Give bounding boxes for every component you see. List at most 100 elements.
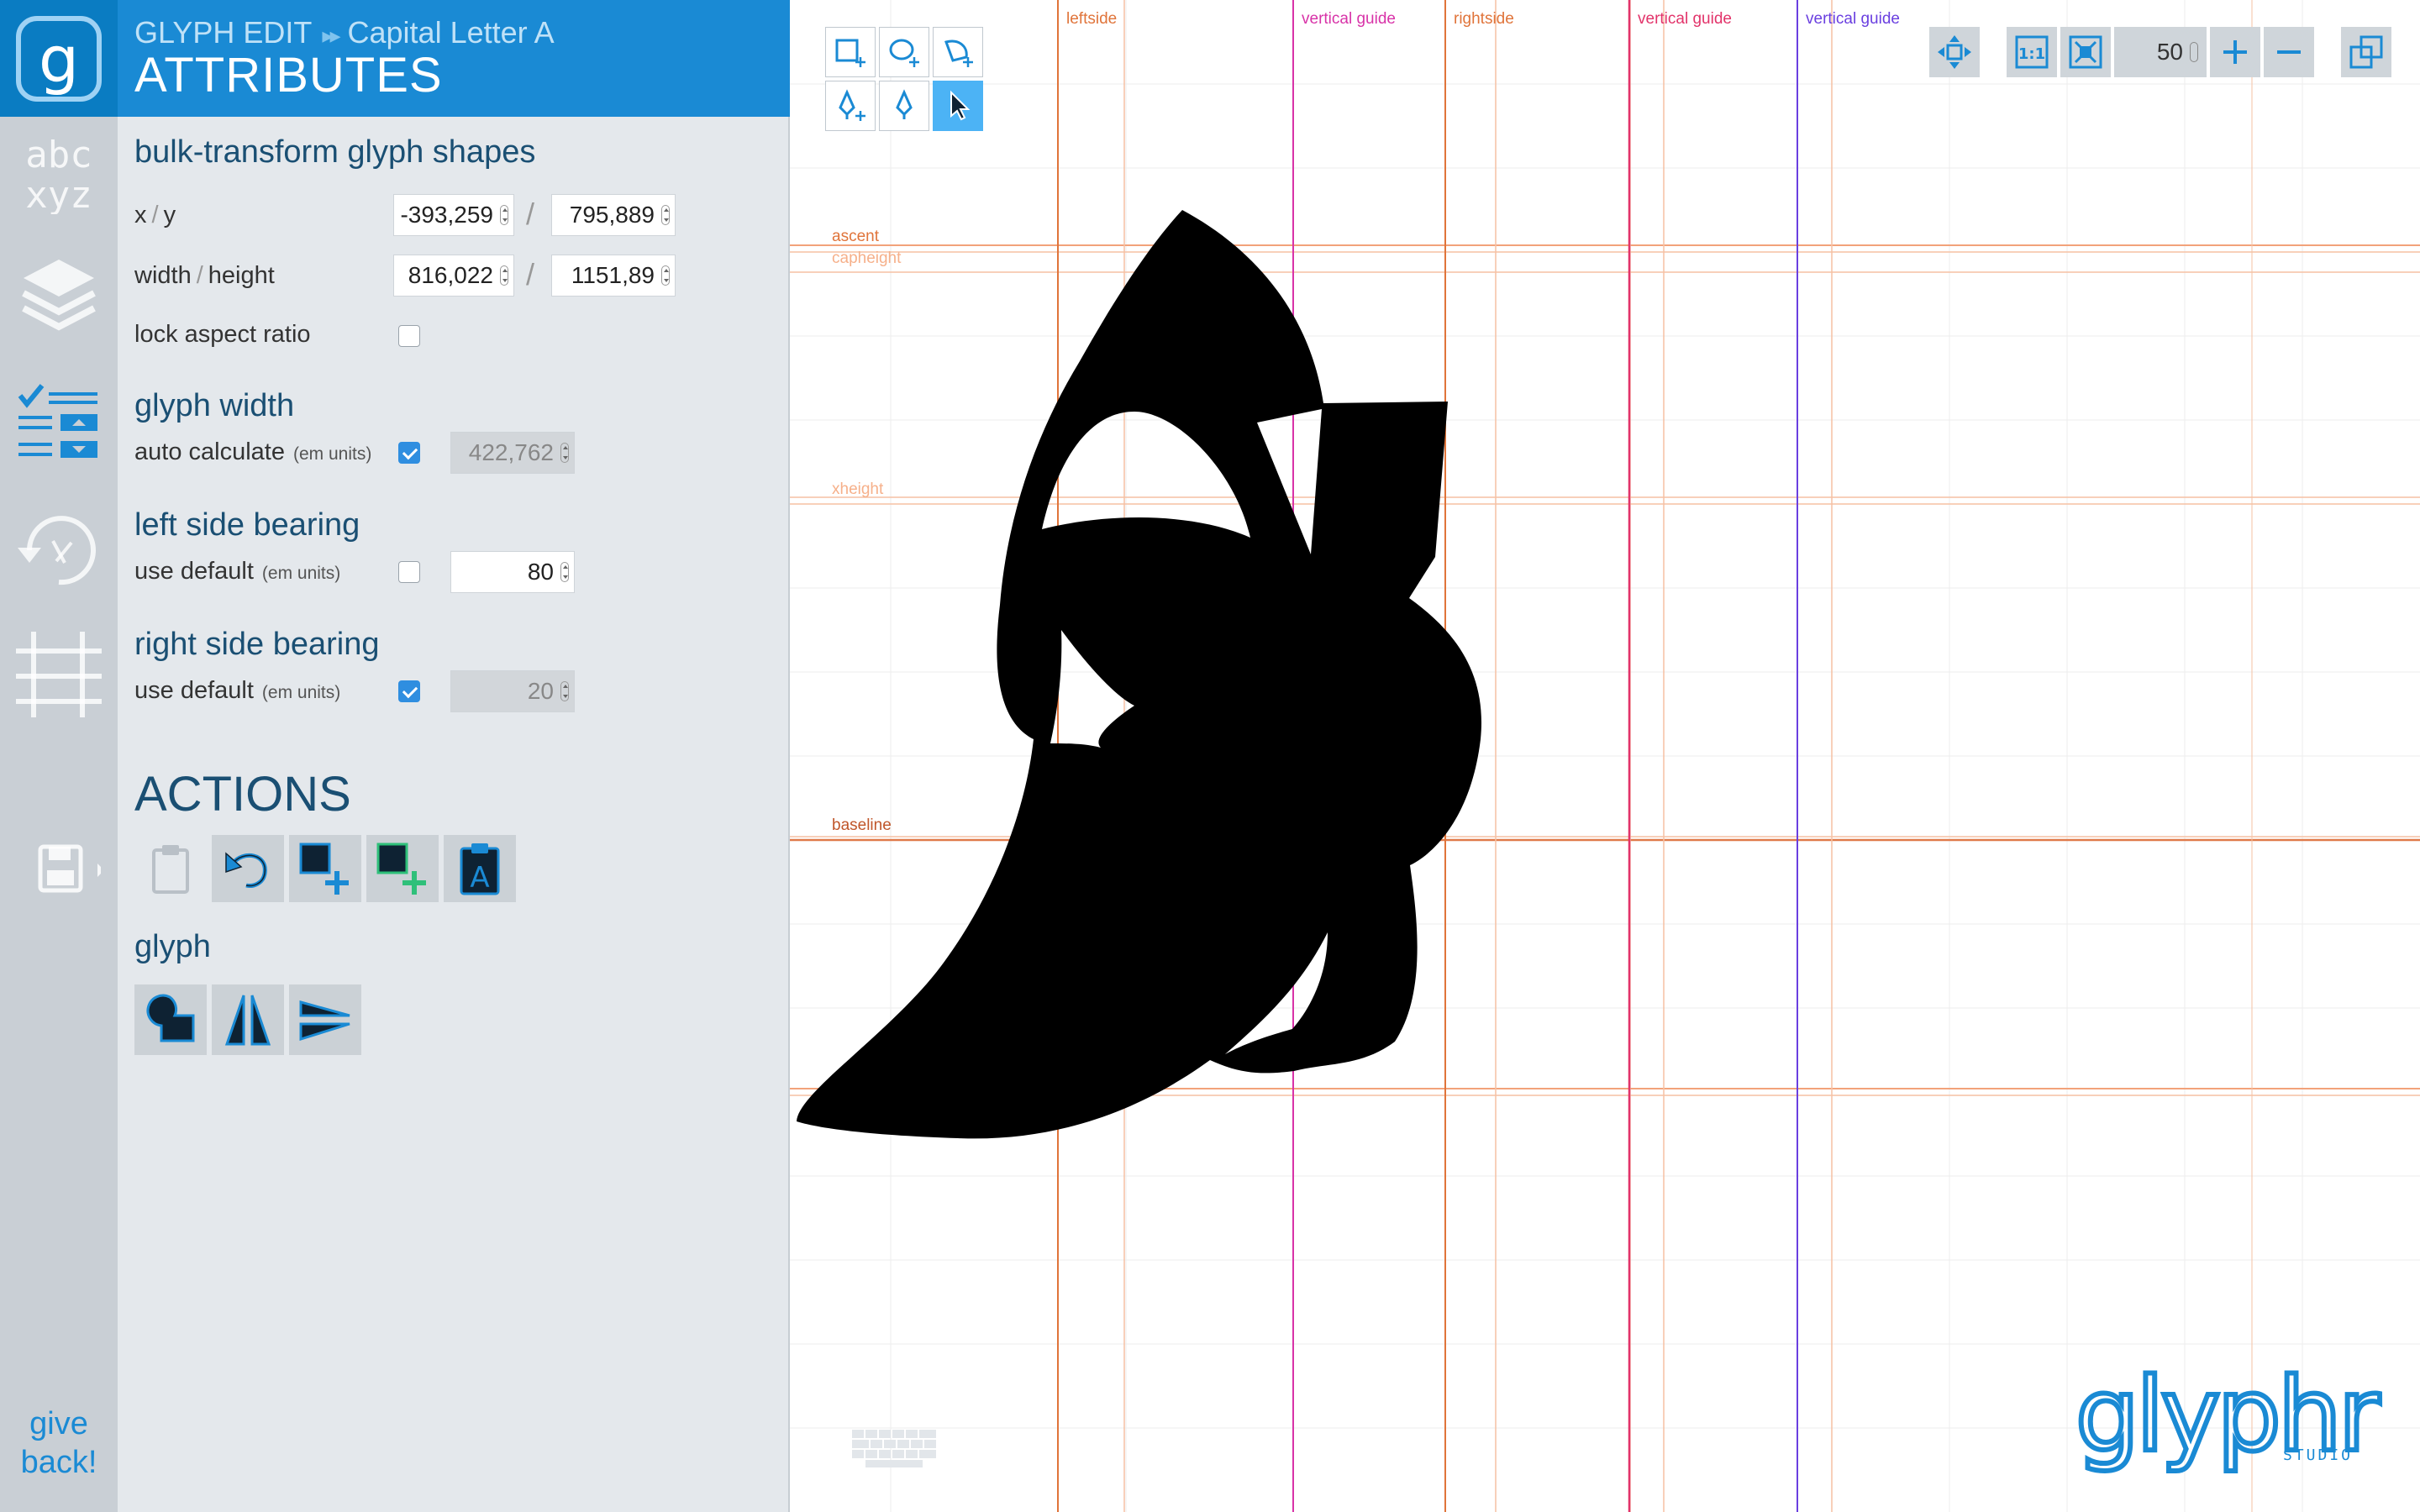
xy-separator: /: [526, 197, 535, 231]
zoom-out-button[interactable]: [2264, 27, 2314, 77]
add-component-button[interactable]: [366, 835, 439, 902]
glyph-width-spinner-icon: [560, 443, 569, 463]
glyph-chooser-button[interactable]: abc xyz: [0, 126, 118, 218]
flip-horizontal-button[interactable]: [212, 984, 284, 1055]
height-spinner-icon[interactable]: [661, 265, 670, 286]
zoom-one-to-one-button[interactable]: 1:1: [2007, 27, 2057, 77]
pointer-arrow-icon: [950, 90, 971, 121]
paste-icon: [152, 845, 189, 894]
new-rectangle-tool[interactable]: [825, 27, 876, 77]
rsb-default-checkbox[interactable]: [398, 680, 420, 702]
y-spinner-icon[interactable]: [661, 205, 670, 225]
breadcrumb: GLYPH EDIT ▸▸ Capital Letter A: [134, 15, 555, 50]
paste-button[interactable]: [134, 835, 207, 902]
lock-aspect-checkbox[interactable]: [398, 325, 420, 347]
undo-icon: [225, 852, 267, 888]
attributes-panel: GLYPH EDIT ▸▸ Capital Letter A ATTRIBUTES …: [118, 0, 790, 1512]
rsb-units: (em units): [261, 683, 341, 702]
popout-window-icon: [2349, 35, 2383, 69]
nav-rail: g abc xyz give back!: [0, 0, 118, 1512]
glyph-width-title: glyph width: [134, 388, 295, 423]
guides-icon: [16, 632, 102, 717]
new-path-icon: [944, 39, 973, 67]
pen-add-point-tool[interactable]: [825, 81, 876, 131]
save-icon: [38, 844, 101, 893]
paste-glyph-button[interactable]: A: [444, 835, 516, 902]
combine-shapes-icon: [146, 994, 195, 1042]
xy-label: x / y: [134, 202, 176, 229]
pen-icon: [896, 89, 913, 119]
glyph-chooser-icon: abc xyz: [25, 134, 92, 214]
pan-button[interactable]: [1929, 27, 1980, 77]
guide-label-vertical-1: vertical guide: [1302, 10, 1396, 28]
glyph-width-auto-checkbox[interactable]: [398, 442, 420, 464]
add-shape-button[interactable]: [289, 835, 361, 902]
y-input[interactable]: 795,889: [551, 194, 676, 236]
zoom-in-button[interactable]: [2210, 27, 2260, 77]
guide-label-vertical-2: vertical guide: [1638, 10, 1732, 28]
glyph-width-input: 422,762: [450, 432, 575, 474]
pointer-tool[interactable]: [933, 81, 983, 131]
guide-label-vertical-3: vertical guide: [1806, 10, 1900, 28]
flip-vertical-icon: [299, 1000, 350, 1042]
canvas-drawing: [790, 0, 2420, 1512]
guide-label-xheight: xheight: [832, 480, 884, 498]
width-spinner-icon[interactable]: [500, 265, 508, 286]
rsb-input: 20: [450, 670, 575, 712]
pen-tool[interactable]: [879, 81, 929, 131]
keyboard-shortcuts-button[interactable]: [850, 1428, 938, 1473]
edit-canvas[interactable]: leftside vertical guide rightside vertic…: [790, 0, 2420, 1512]
popout-button[interactable]: [2341, 27, 2391, 77]
zoom-spinner-icon[interactable]: [2190, 42, 2198, 62]
glyph-shape[interactable]: [797, 210, 1482, 1139]
guide-label-baseline: baseline: [832, 816, 892, 834]
guides-button[interactable]: [0, 628, 118, 721]
lsb-input[interactable]: 80: [450, 551, 575, 593]
breadcrumb-glyph-name[interactable]: Capital Letter A: [348, 15, 555, 50]
svg-text:1:1: 1:1: [2018, 45, 2045, 63]
attributes-icon: [18, 384, 97, 458]
flip-vertical-button[interactable]: [289, 984, 361, 1055]
zoom-fit-button[interactable]: [2060, 27, 2111, 77]
new-path-tool[interactable]: [933, 27, 983, 77]
x-input-value: -393,259: [400, 202, 493, 228]
give-back-line-1: give: [29, 1406, 88, 1441]
save-button[interactable]: [0, 840, 118, 899]
width-input[interactable]: 816,022: [393, 255, 514, 297]
layers-button[interactable]: [0, 249, 118, 349]
lsb-default-checkbox[interactable]: [398, 561, 420, 583]
rsb-value: 20: [527, 678, 554, 704]
attributes-button[interactable]: [0, 380, 118, 472]
app-logo[interactable]: g: [0, 0, 118, 117]
guide-label-rightside: rightside: [1454, 10, 1514, 28]
lsb-row-label: use default (em units): [134, 558, 340, 585]
width-input-value: 816,022: [408, 262, 493, 288]
zoom-level-input[interactable]: 50: [2114, 27, 2207, 77]
height-input[interactable]: 1151,89: [551, 255, 676, 297]
x-input[interactable]: -393,259: [393, 194, 514, 236]
lsb-title: left side bearing: [134, 507, 360, 543]
undo-button[interactable]: [212, 835, 284, 902]
rsb-row-label: use default (em units): [134, 677, 340, 705]
width-label: width: [134, 262, 192, 289]
lsb-default-label: use default: [134, 558, 254, 585]
svg-text:xyz: xyz: [25, 174, 92, 214]
panel-header: GLYPH EDIT ▸▸ Capital Letter A ATTRIBUTES: [118, 0, 790, 117]
breadcrumb-mode[interactable]: GLYPH EDIT: [134, 15, 312, 50]
actions-title: ACTIONS: [134, 767, 351, 822]
x-spinner-icon[interactable]: [500, 205, 508, 225]
lsb-units: (em units): [261, 564, 341, 583]
add-shape-icon: [299, 843, 349, 895]
svg-text:abc: abc: [25, 134, 92, 176]
minus-icon: [2277, 50, 2301, 54]
combine-shapes-button[interactable]: [134, 984, 207, 1055]
zoom-fit-icon: [2069, 35, 2102, 69]
breadcrumb-separator-icon: ▸▸: [322, 23, 340, 48]
glyph-width-row-label: auto calculate (em units): [134, 438, 371, 466]
lsb-spinner-icon[interactable]: [560, 562, 569, 582]
give-back-link[interactable]: give back!: [0, 1404, 118, 1482]
height-input-value: 1151,89: [571, 262, 655, 288]
history-button[interactable]: [0, 504, 118, 596]
new-oval-tool[interactable]: [879, 27, 929, 77]
page-title: ATTRIBUTES: [134, 48, 443, 102]
